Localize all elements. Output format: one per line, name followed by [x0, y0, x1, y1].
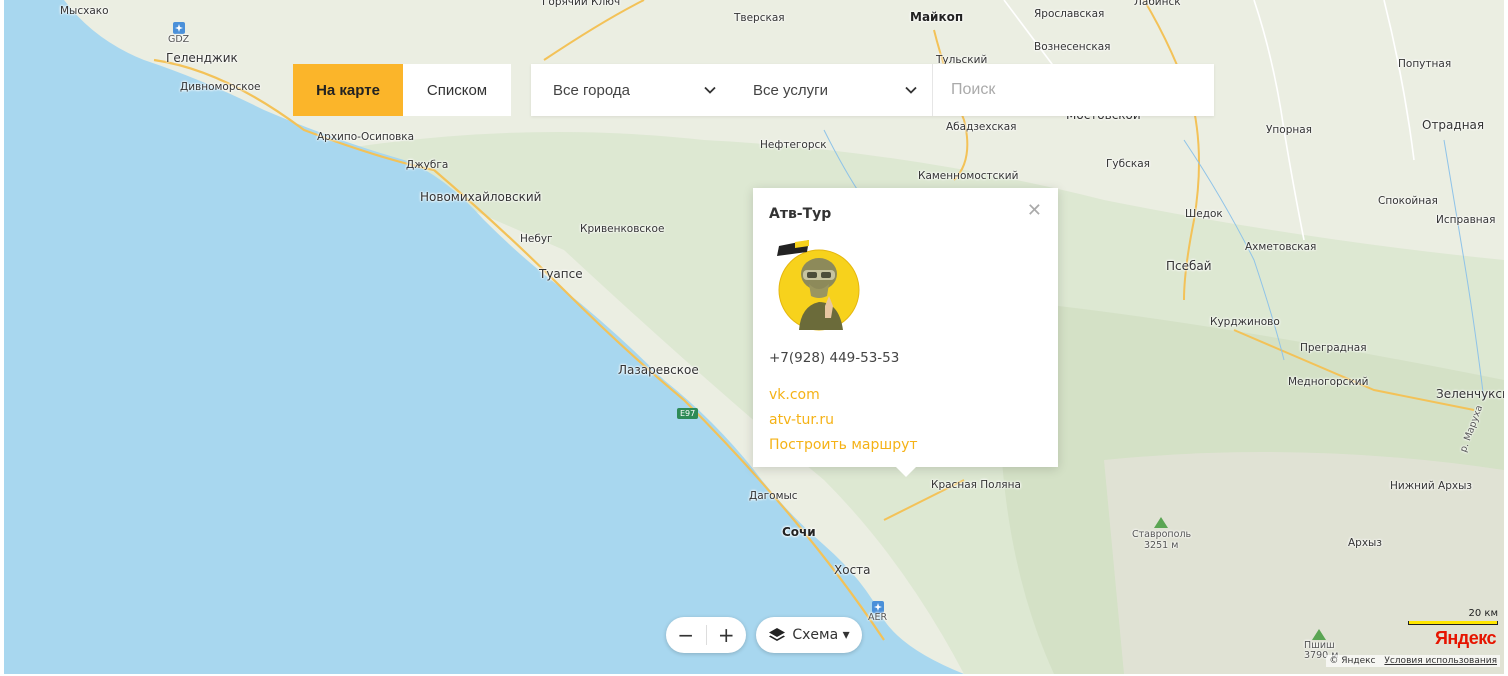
- map-label-mednogorskiy: Медногорский: [1288, 376, 1369, 388]
- map-label-nebug: Небуг: [520, 233, 553, 245]
- chevron-down-icon: [703, 83, 717, 97]
- zoom-out-button[interactable]: −: [666, 617, 706, 653]
- map-label-yaroslavskaya: Ярославская: [1034, 8, 1105, 20]
- map-label-akhmetovskaya: Ахметовская: [1245, 241, 1317, 253]
- map-label-poputnaya: Попутная: [1398, 58, 1452, 70]
- map-label-tuapse: Туапсе: [539, 267, 583, 281]
- map-label-lazarevskoe: Лазаревское: [618, 363, 699, 377]
- map-label-zelenchukskaya: Зеленчукская: [1436, 387, 1504, 401]
- map-label-arkhipo-osipovka: Архипо-Осиповка: [317, 131, 415, 143]
- map-label-krivenkovskoe: Кривенковское: [580, 223, 665, 235]
- map-label-shedok: Шедок: [1185, 208, 1223, 220]
- city-select[interactable]: Все города: [531, 64, 731, 116]
- layers-icon: [769, 628, 786, 641]
- popup-phone: +7(928) 449-53-53: [769, 350, 900, 366]
- map-label-stavropol-peak: Ставрополь: [1132, 529, 1192, 540]
- service-select-value: Все услуги: [753, 81, 828, 99]
- map-label-psebay: Псебай: [1166, 259, 1212, 273]
- company-logo: [769, 236, 865, 332]
- map-copyright: © Яндекс Условия использования: [1326, 655, 1500, 667]
- map-label-maykop: Майкоп: [910, 10, 964, 24]
- map-label-gubskaya: Губская: [1106, 158, 1150, 170]
- road-badge-e97: E97: [677, 408, 699, 419]
- view-toggle: На карте Списком: [293, 64, 511, 116]
- popup-links: vk.com atv-tur.ru Построить маршрут: [769, 386, 1042, 455]
- terms-link[interactable]: Условия использования: [1384, 656, 1497, 666]
- map-label-gdz: GDZ: [168, 34, 190, 45]
- map-label-myskhako: Мысхако: [60, 5, 109, 17]
- link-website[interactable]: atv-tur.ru: [769, 411, 1042, 430]
- map-label-voznesenskaya: Вознесенская: [1034, 41, 1111, 53]
- map-label-ispravnaya: Исправная: [1436, 214, 1496, 226]
- map-label-dagomys: Дагомыс: [749, 490, 798, 502]
- close-icon[interactable]: ✕: [1027, 202, 1042, 220]
- map-label-sochi: Сочи: [782, 525, 816, 539]
- search-field: [932, 64, 1214, 116]
- zoom-control: − +: [666, 617, 746, 653]
- map-label-gelendzhik: Геленджик: [166, 51, 238, 65]
- map-label-divnomorskoe: Дивноморское: [180, 81, 261, 93]
- search-input[interactable]: [949, 80, 1214, 100]
- map-label-nizhniy-arkhyz: Нижний Архыз: [1390, 480, 1472, 492]
- chevron-down-icon: [904, 83, 918, 97]
- map-label-otradnaya: Отрадная: [1422, 118, 1485, 132]
- map-label-pregradnaya: Преградная: [1300, 342, 1367, 354]
- zoom-in-button[interactable]: +: [706, 617, 746, 653]
- filters-bar: Все города Все услуги: [531, 64, 1214, 116]
- map-label-aer: AER: [868, 612, 888, 623]
- service-select[interactable]: Все услуги: [731, 64, 932, 116]
- yandex-logo: Яндекс: [1434, 628, 1497, 648]
- map-label-spokoynaya: Спокойная: [1378, 195, 1438, 207]
- place-popup: Атв-Тур ✕ +7(928) 449-53-53 vk.com atv-t…: [753, 188, 1058, 477]
- map-label-novomikhaylovskiy: Новомихайловский: [420, 190, 542, 204]
- map-label-kamennomostskiy: Каменномостский: [918, 170, 1019, 182]
- city-select-value: Все города: [553, 81, 630, 99]
- map-label-krasnaya-polyana: Красная Поляна: [931, 479, 1021, 491]
- scale-label: 20 км: [1468, 608, 1499, 619]
- map-label-upornaya: Упорная: [1266, 124, 1312, 136]
- copyright-text: © Яндекс: [1329, 656, 1376, 666]
- layer-label: Схема ▾: [792, 627, 850, 643]
- map-label-tverskaya: Тверская: [734, 12, 785, 24]
- map-label-khosta: Хоста: [834, 563, 871, 577]
- map-label-abadzekhskaya: Абадзехская: [946, 121, 1017, 133]
- map-label-arkhyz: Архыз: [1348, 537, 1382, 549]
- map-label-stavropol-height: 3251 м: [1144, 540, 1179, 551]
- map-label-dzhubga: Джубга: [406, 159, 449, 171]
- map-label-kurdzhinovo: Курджиново: [1210, 316, 1280, 328]
- link-build-route[interactable]: Построить маршрут: [769, 436, 1042, 455]
- tab-on-map[interactable]: На карте: [293, 64, 403, 116]
- map-label-labinsk: Лабинск: [1134, 0, 1181, 8]
- scale-bar: [1408, 621, 1498, 625]
- map-label-goryachiy-klyuch: Горячий Ключ: [542, 0, 621, 8]
- link-vk[interactable]: vk.com: [769, 386, 1042, 405]
- map-scale: 20 км: [1408, 608, 1498, 625]
- map-label-neftegorsk: Нефтегорск: [760, 139, 827, 151]
- layer-switch-button[interactable]: Схема ▾: [756, 617, 862, 653]
- tab-list[interactable]: Списком: [403, 64, 511, 116]
- popup-title: Атв-Тур: [769, 206, 832, 222]
